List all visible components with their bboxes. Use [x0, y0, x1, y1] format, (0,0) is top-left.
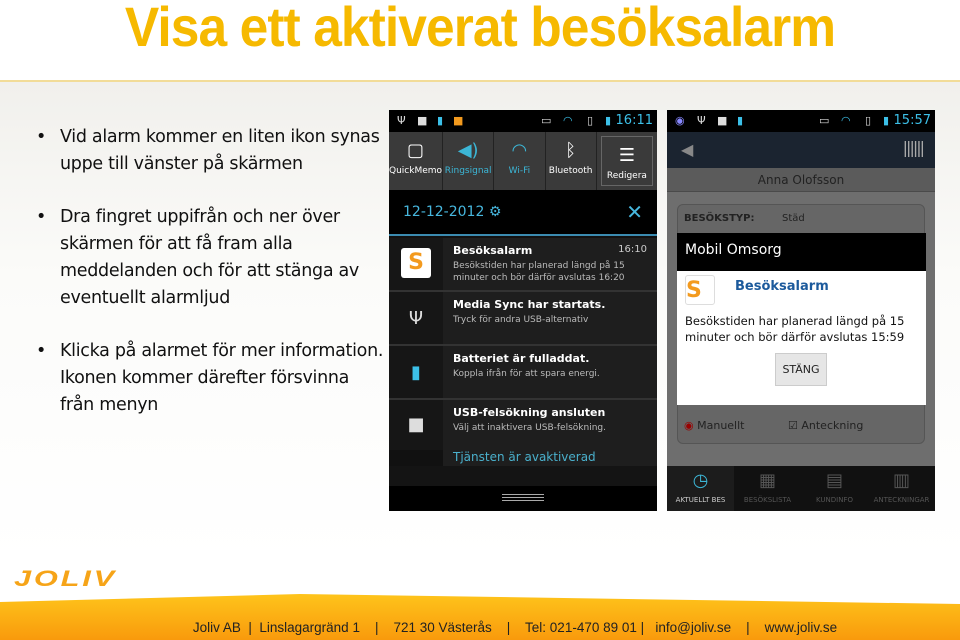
contact-card-icon: ▤	[825, 470, 843, 491]
action-bar: ◀ ||||||	[667, 132, 935, 168]
status-bar: ◉ Ψ ■ ▮ ▭ ◠ ▯ ▮ 15:57	[667, 110, 935, 132]
dialog-message: Besökstiden har planerad längd på 15 min…	[685, 314, 905, 344]
clock-icon: ◷	[692, 470, 709, 491]
notification-besoksalarm[interactable]: S Besöksalarm 16:10 Besökstiden har plan…	[389, 238, 657, 292]
ringtone-toggle[interactable]: ◀) Ringsignal	[443, 132, 495, 190]
bluetooth-toggle[interactable]: ᛒ Bluetooth	[546, 132, 597, 190]
tab-customer-info[interactable]: ▤ KUNDINFO	[801, 466, 868, 511]
clock: 15:57	[893, 113, 931, 128]
notification-battery[interactable]: ▮ Batteriet är fulladdat. Koppla ifrån f…	[389, 346, 657, 400]
tab-visit-list[interactable]: ▦ BESÖKSLISTA	[734, 466, 801, 511]
alarm-dialog: Mobil Omsorg S Besöksalarm Besökstiden h…	[677, 233, 926, 405]
note-button[interactable]: ☑ Anteckning	[788, 419, 863, 432]
quick-settings: ▢ QuickMemo ◀) Ringsignal ◠ Wi-Fi ᛒ Bluetoot…	[389, 132, 657, 190]
joliv-alarm-icon: ■	[453, 114, 464, 127]
manual-button[interactable]: ◉ Manuellt	[684, 419, 744, 432]
dialog-heading: Besöksalarm	[735, 279, 829, 294]
note-icon: ☑	[788, 419, 798, 432]
status-bar: Ψ ■ ▮ ■ ▭ ◠ ▯ ▮ 16:11	[389, 110, 657, 132]
android-icon: ■	[717, 114, 728, 127]
notepad-icon: ▥	[892, 470, 910, 491]
joliv-logo: JOLIV	[14, 566, 118, 591]
nfc-icon: ▭	[819, 114, 830, 127]
dimmed-app-nav	[389, 466, 657, 486]
calendar-icon: ▦	[758, 470, 776, 491]
close-icon[interactable]: ✕	[626, 200, 643, 224]
phone-screenshot-alarm-dialog: ◉ Ψ ■ ▮ ▭ ◠ ▯ ▮ 15:57 ◀ |||||| Anna Olof…	[667, 110, 935, 511]
wifi-icon: ◠	[563, 114, 573, 127]
battery-icon: ▮	[737, 114, 744, 127]
date-bar: 12-12-2012 ⚙ ✕	[389, 190, 657, 236]
quickmemo-icon: ▢	[407, 140, 425, 161]
sim-icon: ▯	[865, 114, 872, 127]
wifi-icon: ◠	[841, 114, 851, 127]
quickmemo-toggle[interactable]: ▢ QuickMemo	[389, 132, 444, 190]
edit-button[interactable]: ☰ Redigera	[600, 136, 654, 186]
battery-charging-icon: ▮	[883, 114, 890, 127]
bullet-item: Klicka på alarmet för mer information. I…	[36, 338, 386, 419]
bullet-list: Vid alarm kommer en liten ikon synas upp…	[36, 124, 386, 445]
joliv-app-icon: S	[401, 248, 431, 278]
sync-icon: ◉	[675, 114, 685, 127]
nfc-icon: ▭	[541, 114, 552, 127]
date: 12-12-2012 ⚙	[403, 204, 502, 220]
wifi-icon: ◠	[511, 140, 528, 161]
usb-icon: Ψ	[397, 114, 406, 127]
footer-contact: Joliv AB | Linslagargränd 1 | 721 30 Väs…	[192, 620, 838, 635]
edit-list-icon: ☰	[618, 145, 635, 166]
service-status: Tjänsten är avaktiverad	[443, 450, 657, 466]
android-icon: ■	[417, 114, 428, 127]
speaker-icon: ◀)	[457, 140, 479, 161]
title-divider	[0, 80, 960, 82]
android-debug-icon: ■	[407, 414, 425, 435]
slide-title: Visa ett aktiverat besöksalarm	[124, 0, 836, 58]
gear-icon[interactable]: ⚙	[489, 204, 502, 220]
bluetooth-icon: ᛒ	[565, 140, 577, 161]
bullet-item: Vid alarm kommer en liten ikon synas upp…	[36, 124, 386, 178]
close-button[interactable]: STÄNG	[775, 353, 827, 386]
customer-name: Anna Olofsson	[667, 168, 935, 192]
battery-icon: ▮	[437, 114, 444, 127]
clock: 16:11	[615, 113, 653, 128]
phone-screenshot-notifications: Ψ ■ ▮ ■ ▭ ◠ ▯ ▮ 16:11 ▢ QuickMemo ◀) Rings…	[389, 110, 657, 511]
joliv-app-icon: S	[685, 275, 715, 305]
notification-media-sync[interactable]: Ψ Media Sync har startats. Tryck för and…	[389, 292, 657, 346]
back-arrow-icon[interactable]: ◀	[681, 140, 693, 159]
wifi-toggle[interactable]: ◠ Wi-Fi	[494, 132, 546, 190]
dialog-title: Mobil Omsorg	[677, 233, 926, 271]
usb-icon: Ψ	[408, 308, 424, 329]
bullet-item: Dra fingret uppifrån och ner över skärme…	[36, 204, 386, 312]
record-icon: ◉	[684, 419, 694, 432]
battery-charging-icon: ▮	[605, 114, 612, 127]
tab-notes[interactable]: ▥ ANTECKNINGAR	[868, 466, 935, 511]
drag-handle[interactable]	[389, 486, 657, 511]
usb-icon: Ψ	[697, 114, 706, 127]
tab-current-visit[interactable]: ◷ AKTUELLT BES	[667, 466, 734, 511]
barcode-icon[interactable]: ||||||	[903, 138, 925, 157]
sim-icon: ▯	[587, 114, 594, 127]
bottom-nav: ◷ AKTUELLT BES ▦ BESÖKSLISTA ▤ KUNDINFO ▥ AN…	[667, 466, 935, 511]
notification-usb-debug[interactable]: ■ USB-felsökning ansluten Välj att inakt…	[389, 400, 657, 450]
handle-icon	[502, 494, 544, 501]
battery-icon: ▮	[411, 362, 421, 383]
